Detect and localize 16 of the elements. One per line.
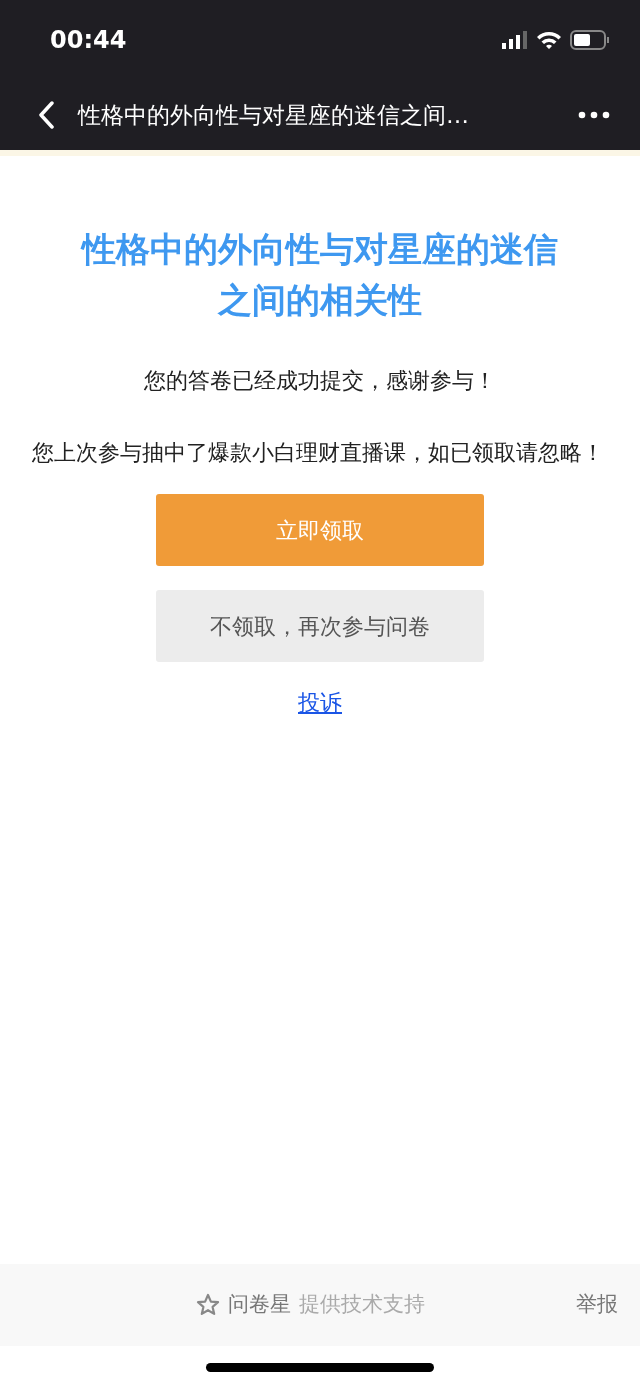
status-time: 00:44: [50, 25, 127, 56]
prize-notice: 您上次参与抽中了爆款小白理财直播课，如已领取请忽略！: [32, 439, 605, 467]
more-icon[interactable]: [578, 111, 610, 119]
survey-title: 性格中的外向性与对星座的迷信之间的相关性: [79, 228, 559, 322]
battery-icon: [570, 30, 610, 50]
wifi-icon: [536, 31, 562, 49]
brand-name: 问卷星: [228, 1291, 291, 1319]
star-icon: [196, 1293, 220, 1317]
complaint-link[interactable]: 投诉: [298, 690, 342, 716]
skip-button[interactable]: 不领取，再次参与问卷: [156, 590, 484, 663]
success-message: 您的答卷已经成功提交，感谢参与！: [143, 367, 497, 395]
report-link[interactable]: 举报: [576, 1289, 618, 1321]
back-icon[interactable]: [38, 101, 54, 129]
signal-icon: [502, 31, 528, 49]
page-title: 性格中的外向性与对星座的迷信之间…: [78, 100, 470, 130]
tagline: 提供技术支持: [299, 1291, 426, 1319]
